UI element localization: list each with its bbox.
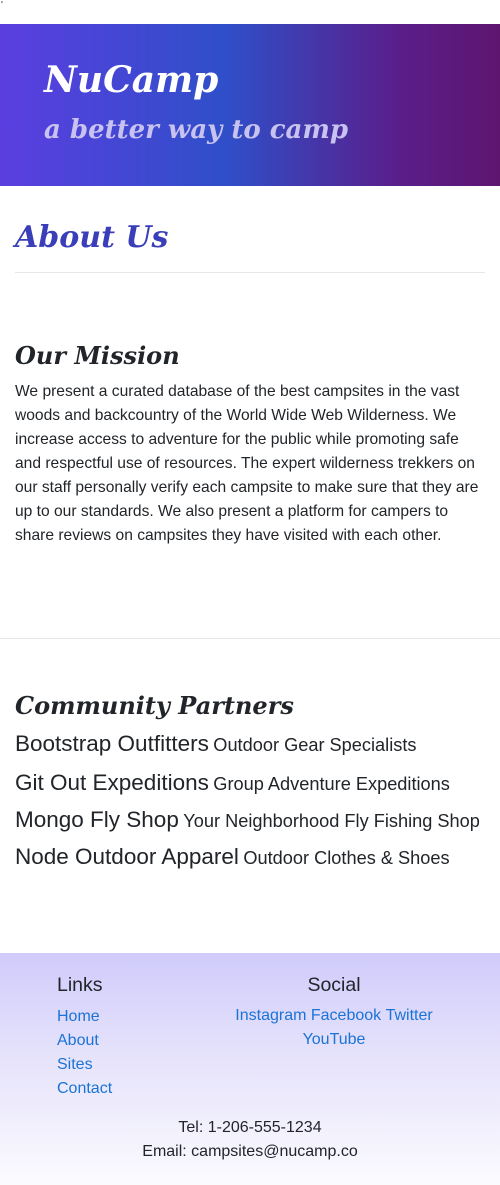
tagline: a better way to camp — [44, 115, 349, 145]
brand-name[interactable]: NuCamp — [44, 58, 218, 102]
partner-description: Outdoor Gear Specialists — [213, 735, 417, 755]
footer-links-list: Home About Sites Contact — [57, 1005, 112, 1101]
footer-email[interactable]: Email: campsites@nucamp.co — [0, 1140, 500, 1164]
footer-phone[interactable]: Tel: 1-206-555-1234 — [0, 1116, 500, 1140]
mission-heading: Our Mission — [15, 341, 180, 370]
partner-item: Mongo Fly Shop Your Neighborhood Fly Fis… — [15, 806, 490, 837]
footer-link-home[interactable]: Home — [57, 1008, 100, 1025]
site-footer: Links Home About Sites Contact Social In… — [0, 953, 500, 1185]
page-title: About Us — [15, 220, 169, 255]
social-link-youtube[interactable]: YouTube — [303, 1031, 366, 1048]
partners-heading: Community Partners — [15, 691, 294, 720]
footer-links-heading: Links — [57, 974, 103, 996]
partner-item: Bootstrap Outfitters Outdoor Gear Specia… — [15, 728, 490, 763]
partner-name: Git Out Expeditions — [15, 770, 209, 795]
footer-link-about[interactable]: About — [57, 1032, 99, 1049]
social-link-facebook[interactable]: Facebook — [311, 1007, 381, 1024]
partner-description: Your Neighborhood Fly Fishing Shop — [183, 811, 480, 831]
partner-name: Mongo Fly Shop — [15, 807, 179, 832]
footer-social-links: Instagram Facebook Twitter YouTube — [226, 1004, 442, 1052]
mission-text: We present a curated database of the bes… — [15, 383, 479, 544]
stray-mark: ' — [1, 0, 3, 11]
site-header: NuCamp a better way to camp — [0, 24, 500, 186]
footer-link-contact[interactable]: Contact — [57, 1080, 112, 1097]
footer-social-heading: Social — [307, 974, 361, 996]
partner-item: Git Out Expeditions Group Adventure Expe… — [15, 767, 490, 802]
partner-name: Bootstrap Outfitters — [15, 731, 209, 756]
section-divider — [0, 638, 500, 639]
partners-list: Bootstrap Outfitters Outdoor Gear Specia… — [15, 728, 490, 880]
social-link-instagram[interactable]: Instagram — [235, 1007, 306, 1024]
footer-link-sites[interactable]: Sites — [57, 1056, 93, 1073]
partner-name: Node Outdoor Apparel — [15, 844, 239, 869]
title-divider — [15, 272, 485, 273]
partner-item: Node Outdoor Apparel Outdoor Clothes & S… — [15, 841, 490, 876]
partner-description: Group Adventure Expeditions — [213, 774, 450, 794]
footer-contact: Tel: 1-206-555-1234 Email: campsites@nuc… — [0, 1116, 500, 1164]
partner-description: Outdoor Clothes & Shoes — [243, 848, 450, 868]
social-link-twitter[interactable]: Twitter — [386, 1007, 433, 1024]
